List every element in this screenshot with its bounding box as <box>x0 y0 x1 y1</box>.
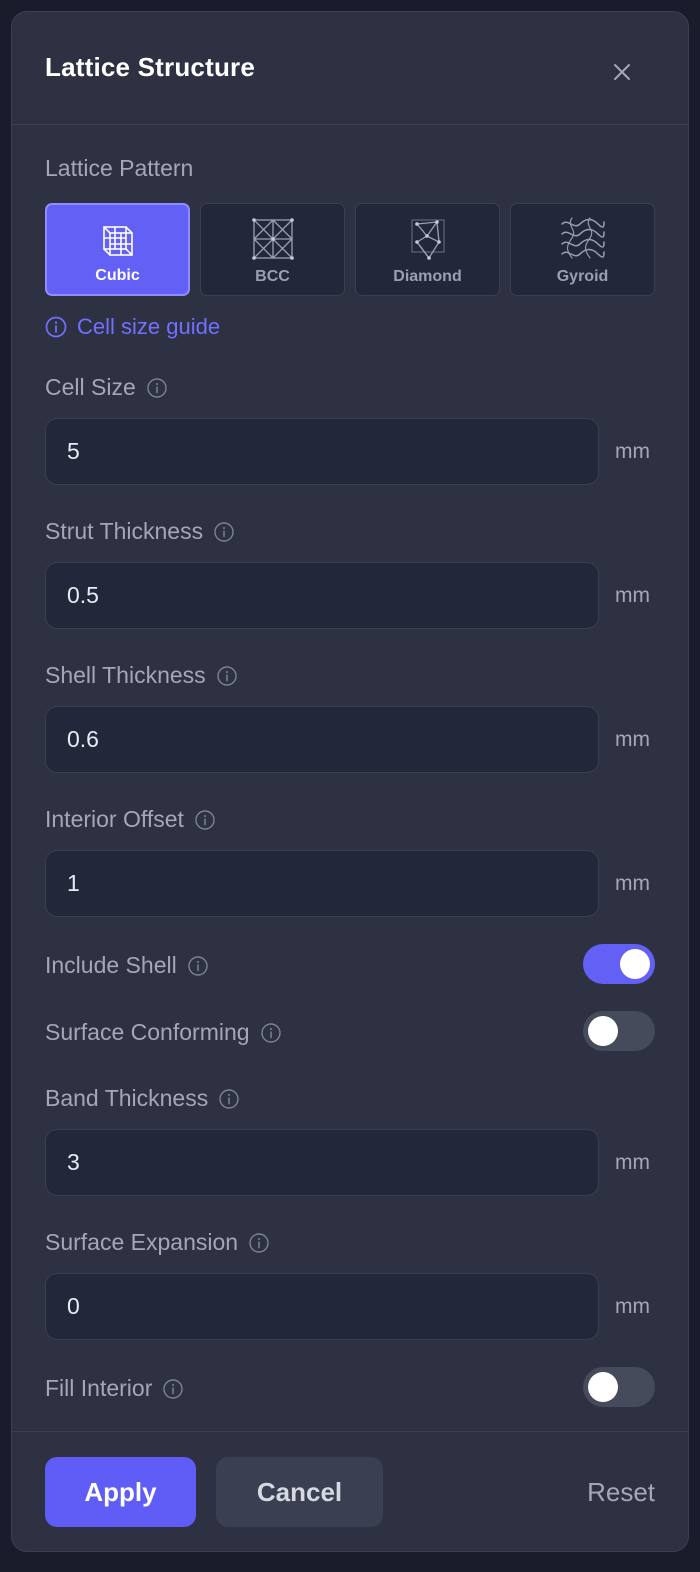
close-icon <box>614 64 630 80</box>
lattice-structure-dialog: Lattice Structure Lattice Pattern Cubic <box>11 11 689 1552</box>
info-icon[interactable] <box>162 1378 184 1400</box>
fill-interior-toggle[interactable] <box>583 1367 655 1407</box>
info-icon[interactable] <box>218 1088 240 1110</box>
surface-conforming-label: Surface Conforming <box>45 1019 282 1046</box>
bcc-lattice-icon <box>251 218 294 260</box>
interior-offset-input[interactable]: 1 <box>45 850 599 917</box>
pattern-label-diamond: Diamond <box>393 268 462 285</box>
pattern-option-gyroid[interactable]: Gyroid <box>510 203 655 296</box>
info-icon[interactable] <box>260 1022 282 1044</box>
strut-thickness-input[interactable]: 0.5 <box>45 562 599 629</box>
dialog-header: Lattice Structure <box>12 12 688 125</box>
band-thickness-unit: mm <box>615 1151 650 1174</box>
interior-offset-label: Interior Offset <box>45 806 216 833</box>
toggle-knob <box>588 1016 618 1046</box>
cubic-lattice-icon <box>102 226 133 256</box>
include-shell-label: Include Shell <box>45 952 209 979</box>
apply-button[interactable]: Apply <box>45 1457 196 1527</box>
pattern-selector: Cubic BCC Diamond Gyroid <box>45 203 655 296</box>
info-icon[interactable] <box>216 665 238 687</box>
dialog-title: Lattice Structure <box>45 52 256 82</box>
cancel-button[interactable]: Cancel <box>216 1457 383 1527</box>
shell-thickness-unit: mm <box>615 728 650 751</box>
reset-button[interactable]: Reset <box>572 1457 662 1527</box>
pattern-label-cubic: Cubic <box>95 267 140 284</box>
include-shell-toggle[interactable] <box>583 944 655 984</box>
lattice-pattern-label: Lattice Pattern <box>45 155 194 181</box>
toggle-knob <box>620 949 650 979</box>
shell-thickness-label: Shell Thickness <box>45 662 238 689</box>
toggle-knob <box>588 1372 618 1402</box>
surface-expansion-input[interactable]: 0 <box>45 1273 599 1340</box>
surface-conforming-toggle[interactable] <box>583 1011 655 1051</box>
dialog-footer: Apply Cancel Reset <box>12 1431 688 1551</box>
info-icon[interactable] <box>146 377 168 399</box>
cell-size-label: Cell Size <box>45 374 168 401</box>
band-thickness-label: Band Thickness <box>45 1085 240 1112</box>
surface-expansion-unit: mm <box>615 1295 650 1318</box>
pattern-label-bcc: BCC <box>255 268 290 285</box>
info-icon[interactable] <box>213 521 235 543</box>
pattern-option-diamond[interactable]: Diamond <box>355 203 500 296</box>
info-icon[interactable] <box>187 955 209 977</box>
cell-size-guide-link[interactable]: Cell size guide <box>45 314 220 340</box>
band-thickness-input[interactable]: 3 <box>45 1129 599 1196</box>
fill-interior-label: Fill Interior <box>45 1375 184 1402</box>
shell-thickness-input[interactable]: 0.6 <box>45 706 599 773</box>
cell-size-input[interactable]: 5 <box>45 418 599 485</box>
pattern-option-bcc[interactable]: BCC <box>200 203 345 296</box>
info-icon[interactable] <box>194 809 216 831</box>
interior-offset-unit: mm <box>615 872 650 895</box>
cell-size-unit: mm <box>615 440 650 463</box>
pattern-label-gyroid: Gyroid <box>556 268 609 285</box>
pattern-option-cubic[interactable]: Cubic <box>45 203 190 296</box>
info-icon[interactable] <box>248 1232 270 1254</box>
strut-thickness-label: Strut Thickness <box>45 518 235 545</box>
strut-thickness-unit: mm <box>615 584 650 607</box>
gyroid-lattice-icon <box>560 217 605 259</box>
close-button[interactable] <box>607 57 637 87</box>
diamond-lattice-icon <box>410 219 445 260</box>
info-icon <box>45 316 67 338</box>
surface-expansion-label: Surface Expansion <box>45 1229 270 1256</box>
